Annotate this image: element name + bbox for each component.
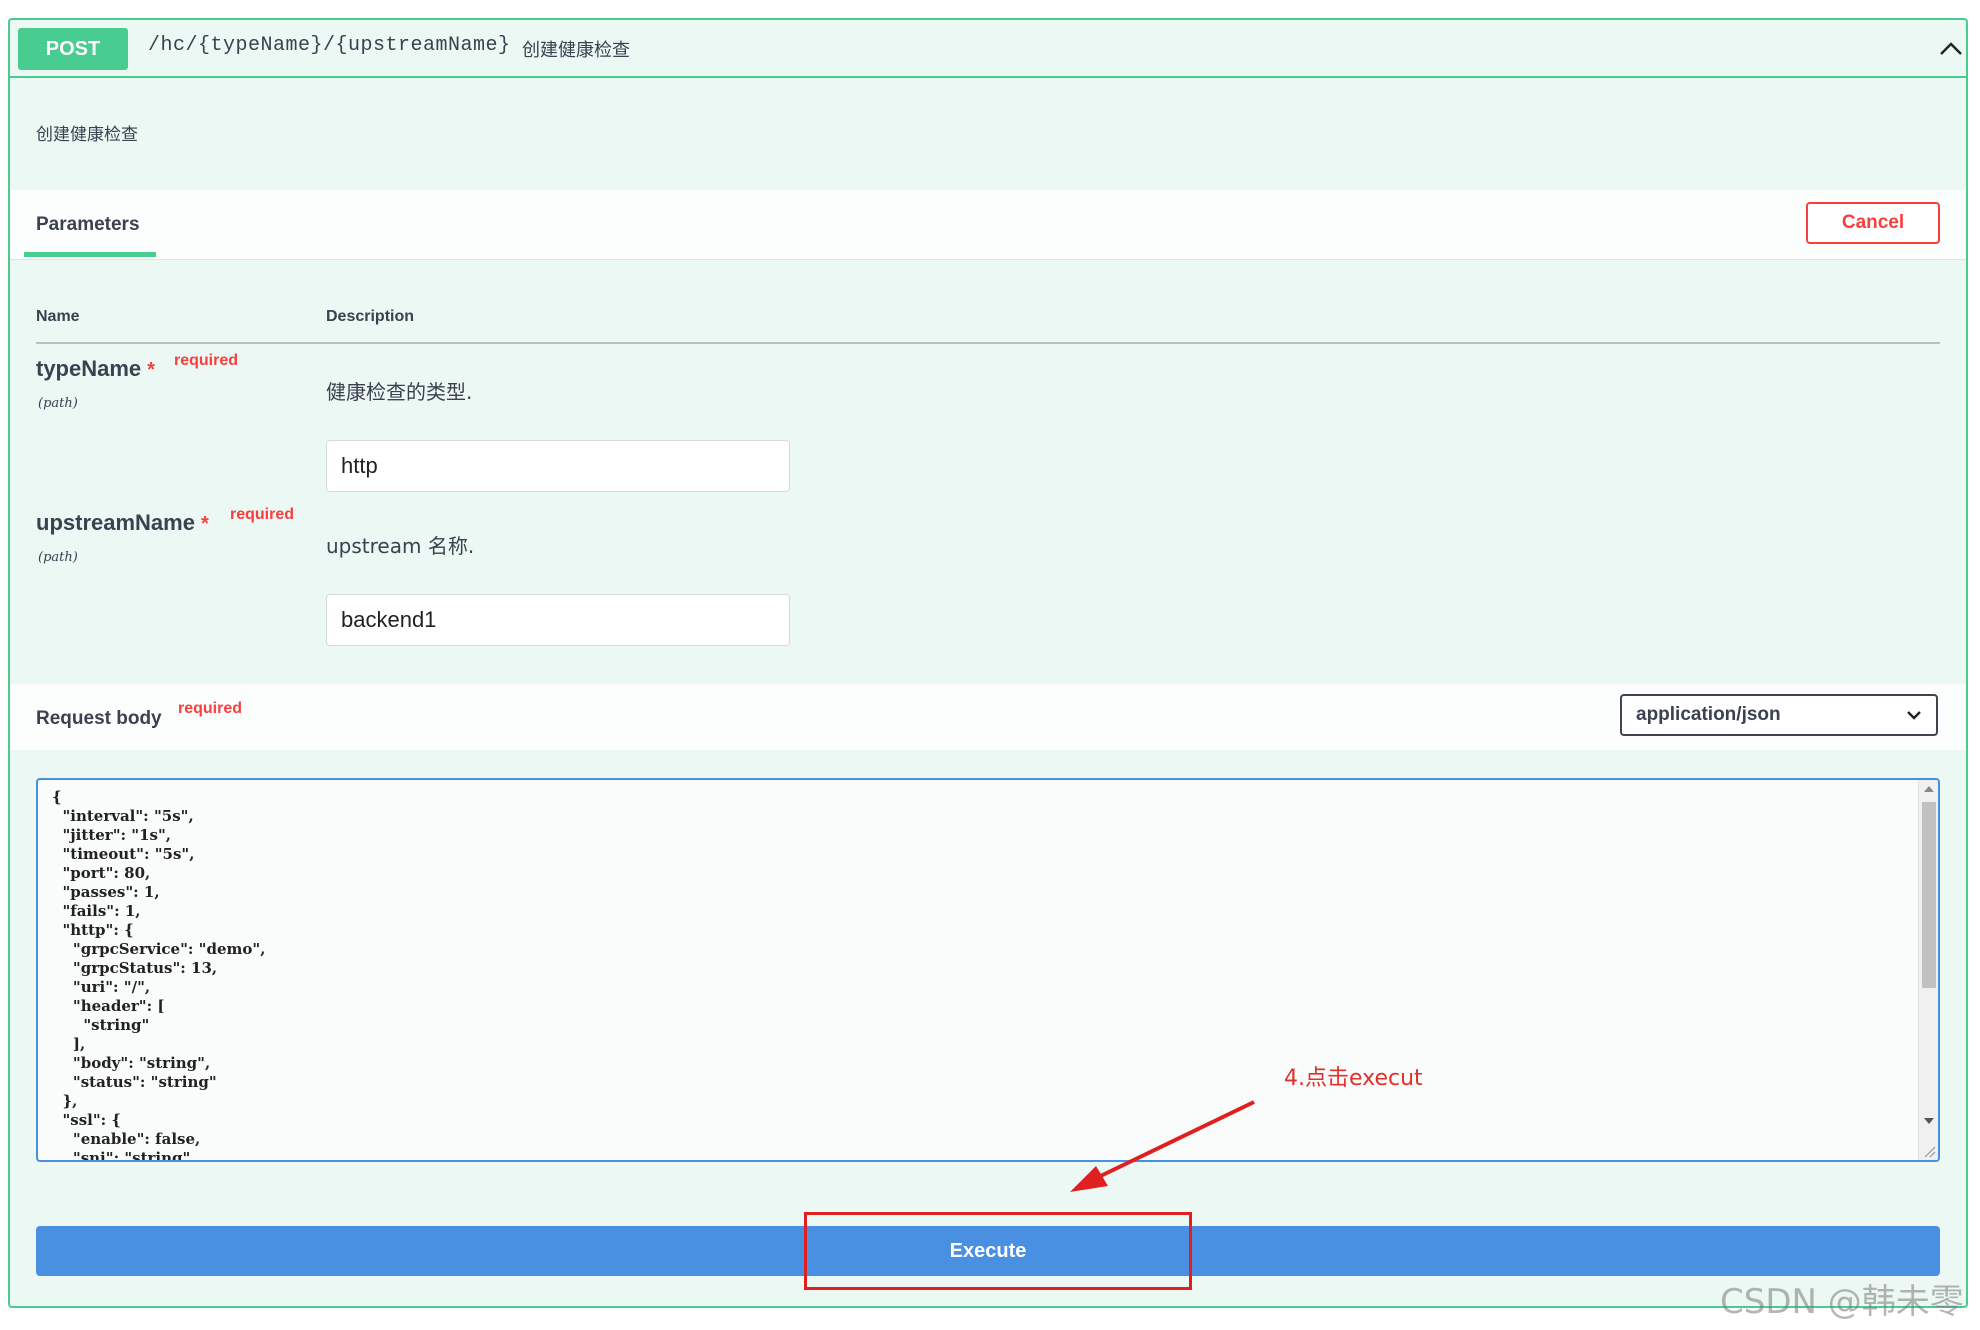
resize-grip-icon[interactable] [1922, 1144, 1936, 1158]
editor-scrollbar[interactable] [1918, 780, 1938, 1160]
required-star: * [200, 513, 209, 535]
column-header-name: Name [36, 308, 80, 325]
tab-parameters[interactable]: Parameters [36, 214, 140, 236]
parameters-header: Parameters Cancel [10, 190, 1966, 260]
tab-active-indicator [24, 252, 156, 257]
request-body-json: { "interval": "5s", "jitter": "1s", "tim… [52, 788, 266, 1162]
operation-summary[interactable]: POST /hc/{typeName}/{upstreamName} 创建健康检… [10, 20, 1966, 78]
operation-block: POST /hc/{typeName}/{upstreamName} 创建健康检… [8, 18, 1968, 1308]
param-name-upstreamname: upstreamName * [36, 510, 209, 536]
content-type-select[interactable]: application/json [1620, 694, 1938, 736]
request-body-title: Request body [36, 708, 162, 729]
content-type-value: application/json [1636, 704, 1781, 725]
param-description-typename: 健康检查的类型. [326, 380, 473, 404]
required-star: * [147, 359, 155, 381]
param-location: (path) [38, 550, 78, 565]
scroll-down-icon[interactable] [1923, 1116, 1935, 1126]
scroll-up-icon[interactable] [1923, 784, 1935, 794]
operation-path: /hc/{typeName}/{upstreamName} [148, 34, 511, 57]
request-body-editor[interactable]: { "interval": "5s", "jitter": "1s", "tim… [36, 778, 1940, 1162]
cancel-button[interactable]: Cancel [1806, 202, 1940, 244]
param-location: (path) [38, 396, 78, 411]
operation-summary-text: 创建健康检查 [522, 40, 630, 61]
required-label: required [230, 506, 295, 523]
column-header-description: Description [326, 308, 415, 325]
param-name-label: upstreamName [36, 510, 195, 535]
required-label: required [178, 700, 243, 717]
annotation-label: 4.点击execut [1284, 1066, 1423, 1091]
param-name-typename: typeName * [36, 356, 155, 382]
typename-input[interactable]: http [326, 440, 790, 492]
watermark: CSDN @韩未零 [1720, 1282, 1964, 1322]
param-name-label: typeName [36, 356, 142, 381]
method-badge: POST [18, 28, 128, 70]
operation-description: 创建健康检查 [36, 125, 138, 145]
param-description-upstreamname: upstream 名称. [326, 534, 475, 558]
required-label: required [174, 352, 239, 369]
chevron-down-icon [1907, 711, 1921, 720]
request-body-header: Request body required application/json [10, 684, 1966, 750]
chevron-up-icon[interactable] [1938, 38, 1964, 60]
annotation-arrow-icon [1070, 1100, 1255, 1192]
upstreamname-input[interactable]: backend1 [326, 594, 790, 646]
annotation-highlight-box [804, 1212, 1192, 1290]
header-divider [36, 342, 1940, 344]
scroll-thumb[interactable] [1922, 802, 1936, 988]
